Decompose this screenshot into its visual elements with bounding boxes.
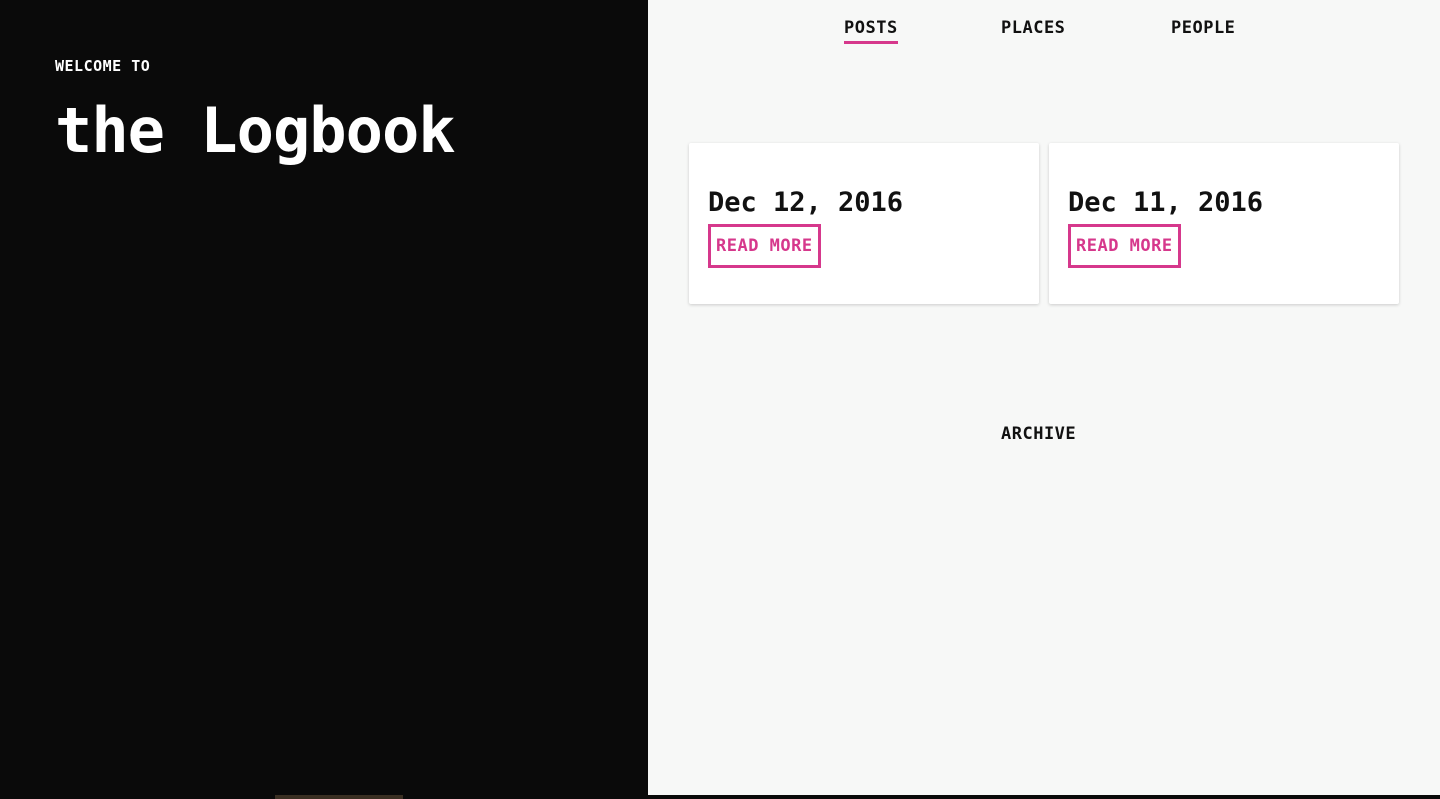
read-more-button[interactable]: READ MORE (1068, 224, 1181, 268)
post-card: Dec 12, 2016 READ MORE (689, 143, 1039, 304)
hero-kicker: WELCOME TO (55, 57, 151, 75)
main-content: POSTS PLACES PEOPLE Dec 12, 2016 READ MO… (648, 0, 1440, 795)
post-date: Dec 11, 2016 (1068, 187, 1264, 218)
nav-posts-link[interactable]: POSTS (844, 18, 898, 44)
read-more-button[interactable]: READ MORE (708, 224, 821, 268)
archive-link[interactable]: ARCHIVE (1001, 424, 1076, 444)
hero-background-image (275, 795, 403, 799)
top-nav: POSTS PLACES PEOPLE (648, 0, 1440, 50)
hero-panel: WELCOME TO the Logbook (0, 0, 648, 799)
nav-people-link[interactable]: PEOPLE (1171, 18, 1235, 41)
post-date: Dec 12, 2016 (708, 187, 904, 218)
site-title: the Logbook (55, 94, 456, 167)
nav-places-link[interactable]: PLACES (1001, 18, 1065, 41)
page: WELCOME TO the Logbook POSTS PLACES PEOP… (0, 0, 1440, 799)
post-card: Dec 11, 2016 READ MORE (1049, 143, 1399, 304)
